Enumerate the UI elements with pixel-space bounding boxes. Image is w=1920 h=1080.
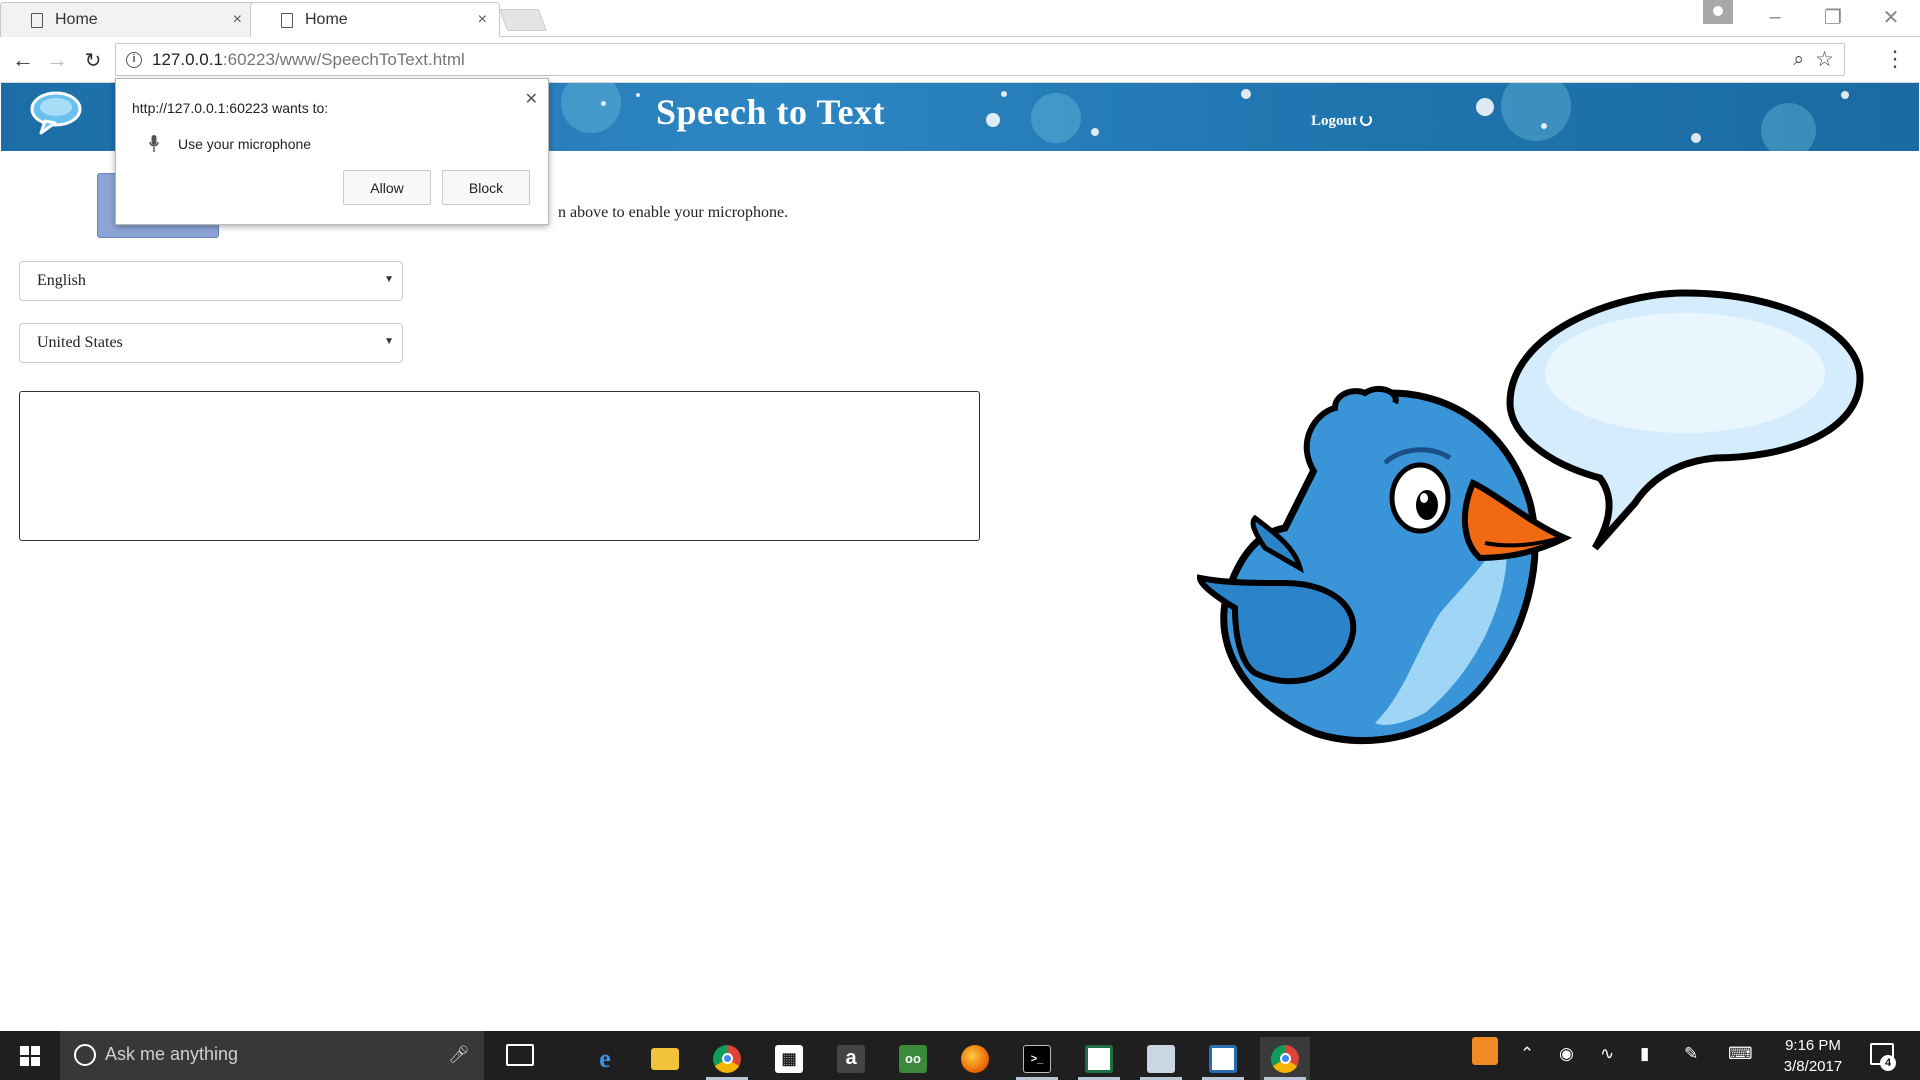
- back-arrow-icon[interactable]: ←: [8, 45, 38, 75]
- logout-link[interactable]: Logout: [1311, 113, 1372, 130]
- banner-decoration: [1841, 91, 1849, 99]
- banner-decoration: [1541, 123, 1547, 129]
- banner-decoration: [1691, 133, 1701, 143]
- window-controls: – ❐ ✕: [1746, 0, 1920, 34]
- task-view-icon[interactable]: [506, 1044, 534, 1066]
- excel-icon[interactable]: [1074, 1037, 1124, 1080]
- tab-label: Home: [55, 11, 98, 28]
- instruction-text: n above to enable your microphone.: [558, 204, 789, 221]
- country-select[interactable]: United States ▼: [19, 323, 403, 363]
- chat-bubble-logo-icon: [30, 91, 82, 135]
- document-icon: [281, 13, 293, 28]
- chrome-active-icon[interactable]: [1260, 1037, 1310, 1080]
- banner-decoration: [1501, 83, 1571, 141]
- close-window-icon[interactable]: ✕: [1862, 0, 1920, 34]
- language-select-value: English: [37, 272, 86, 289]
- new-tab-button[interactable]: [498, 9, 548, 31]
- banner-decoration: [1241, 89, 1251, 99]
- app-icon[interactable]: [1198, 1037, 1248, 1080]
- transcript-textarea[interactable]: [19, 391, 980, 541]
- caret-down-icon: ▼: [384, 336, 394, 347]
- cortana-search-box[interactable]: Ask me anything 🎤︎: [60, 1031, 484, 1080]
- address-bar[interactable]: i 127.0.0.1:60223/www/SpeechToText.html …: [115, 43, 1845, 76]
- tab-strip: Home × Home × – ❐ ✕: [0, 0, 1920, 37]
- wifi-icon[interactable]: ∿: [1600, 1044, 1614, 1064]
- record-icon[interactable]: ◉: [1559, 1044, 1574, 1064]
- battery-icon[interactable]: ▮: [1640, 1044, 1649, 1064]
- edge-icon[interactable]: e: [580, 1037, 630, 1080]
- page-content: Speech to Text Logout n above to enable …: [0, 83, 1920, 1031]
- document-icon: [31, 13, 43, 28]
- clock-date: 3/8/2017: [1783, 1058, 1843, 1075]
- logout-label: Logout: [1311, 113, 1357, 129]
- banner-decoration: [1031, 93, 1081, 143]
- country-select-value: United States: [37, 334, 123, 351]
- forward-arrow-icon[interactable]: →: [42, 45, 72, 75]
- banner-decoration: [561, 83, 621, 133]
- clock[interactable]: 9:16 PM 3/8/2017: [1768, 1035, 1858, 1077]
- microphone-icon: [149, 135, 159, 152]
- microphone-permission-popup: http://127.0.0.1:60223 wants to: ✕ Use y…: [115, 78, 549, 225]
- banner-decoration: [1761, 103, 1816, 151]
- terminal-icon[interactable]: >_: [1012, 1037, 1062, 1080]
- language-select[interactable]: English ▼: [19, 261, 403, 301]
- banner-decoration: [636, 93, 640, 97]
- page-title: Speech to Text: [656, 92, 886, 132]
- caret-down-icon: ▼: [384, 274, 394, 285]
- tab-close-icon[interactable]: ×: [233, 11, 242, 29]
- notification-count-badge: 4: [1880, 1055, 1896, 1071]
- bookmark-star-icon[interactable]: ☆: [1815, 47, 1834, 72]
- banner-decoration: [986, 113, 1000, 127]
- menu-dots-icon[interactable]: ⋮: [1884, 46, 1906, 72]
- tab-home-1[interactable]: Home ×: [0, 2, 255, 37]
- firefox-icon[interactable]: [950, 1037, 1000, 1080]
- minimize-icon[interactable]: –: [1746, 0, 1804, 34]
- browser-toolbar: ← → ↻ i 127.0.0.1:60223/www/SpeechToText…: [0, 37, 1920, 83]
- windows-logo-icon: [20, 1045, 40, 1066]
- banner-decoration: [1001, 91, 1007, 97]
- url-text: 127.0.0.1:60223/www/SpeechToText.html: [152, 50, 465, 69]
- store-icon[interactable]: ▦: [764, 1037, 814, 1080]
- microphone-icon[interactable]: 🎤︎: [448, 1045, 470, 1065]
- popup-origin-text: http://127.0.0.1:60223 wants to:: [132, 100, 329, 116]
- block-button[interactable]: Block: [442, 170, 530, 205]
- search-placeholder: Ask me anything: [105, 1044, 239, 1064]
- chevron-up-icon[interactable]: ⌃: [1520, 1044, 1534, 1064]
- chrome-icon[interactable]: [702, 1037, 752, 1080]
- banner-decoration: [1091, 128, 1099, 136]
- close-icon[interactable]: ✕: [525, 89, 538, 109]
- power-icon: [1359, 114, 1372, 126]
- bird-speech-bubble-illustration: [1196, 289, 1864, 745]
- tab-close-icon[interactable]: ×: [478, 11, 487, 29]
- tab-label: Home: [305, 11, 348, 28]
- banner-decoration: [601, 101, 606, 106]
- pen-icon[interactable]: ✎: [1684, 1044, 1698, 1064]
- info-icon[interactable]: i: [126, 52, 142, 68]
- profile-icon[interactable]: [1703, 0, 1733, 24]
- notification-alert-icon[interactable]: [1472, 1037, 1498, 1065]
- start-button[interactable]: [0, 1031, 60, 1080]
- cortana-icon: [74, 1044, 96, 1066]
- amazon-icon[interactable]: a: [826, 1037, 876, 1080]
- allow-button[interactable]: Allow: [343, 170, 431, 205]
- windows-taskbar: Ask me anything 🎤︎ e ▦ a oo >_ ⌃ ◉ ∿ ▮ ✎…: [0, 1031, 1920, 1080]
- banner-decoration: [1476, 98, 1494, 116]
- remote-desktop-icon[interactable]: [1136, 1037, 1186, 1080]
- reload-icon[interactable]: ↻: [78, 45, 108, 75]
- keyboard-icon[interactable]: ⌨: [1728, 1044, 1753, 1064]
- zoom-icon[interactable]: ⌕: [1793, 49, 1804, 71]
- file-explorer-icon[interactable]: [640, 1037, 690, 1080]
- tripadvisor-icon[interactable]: oo: [888, 1037, 938, 1080]
- restore-icon[interactable]: ❐: [1804, 0, 1862, 34]
- clock-time: 9:16 PM: [1785, 1037, 1841, 1054]
- popup-request-text: Use your microphone: [178, 136, 312, 152]
- tab-home-2[interactable]: Home ×: [250, 2, 500, 37]
